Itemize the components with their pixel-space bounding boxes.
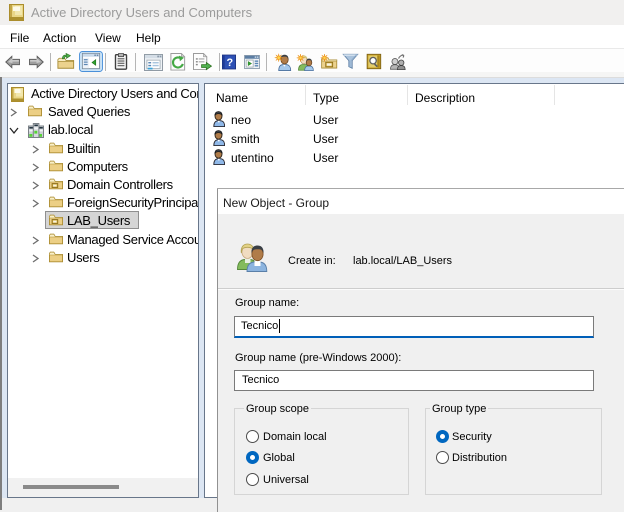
svg-text:?: ? (226, 57, 233, 69)
